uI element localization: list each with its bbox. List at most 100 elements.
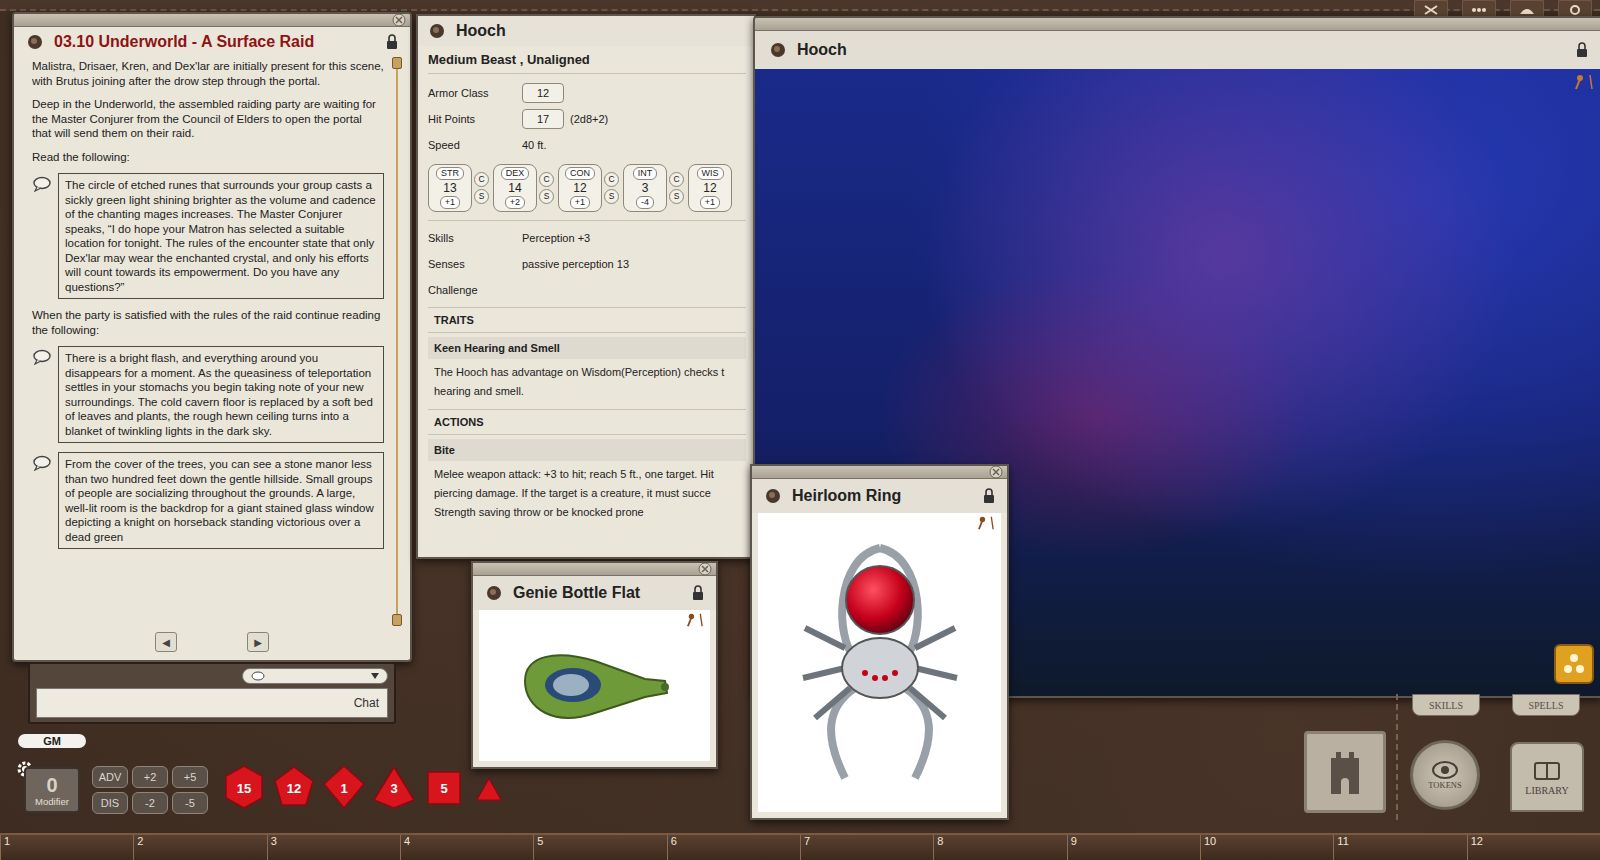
ability-label: DEX bbox=[501, 167, 530, 180]
ability-box[interactable]: DEX 14 +2 bbox=[493, 164, 537, 212]
roll-mark[interactable]: S bbox=[474, 189, 489, 204]
modifier-button[interactable]: -2 bbox=[132, 792, 168, 814]
hotkey-number: 6 bbox=[671, 835, 677, 847]
modifier-button[interactable]: +2 bbox=[132, 766, 168, 788]
story-window[interactable]: 03.10 Underworld - A Surface Raid Malist… bbox=[12, 12, 412, 662]
library-button[interactable]: LIBRARY bbox=[1510, 742, 1584, 812]
die-icon[interactable] bbox=[472, 769, 506, 805]
modifier-button[interactable]: ADV bbox=[92, 766, 128, 788]
ability-marks: CS bbox=[474, 172, 489, 204]
entry-name[interactable]: Keen Hearing and Smell bbox=[428, 337, 746, 359]
die-icon[interactable]: 12 bbox=[272, 764, 316, 810]
scrollbar[interactable] bbox=[390, 57, 404, 626]
entry-line: hearing and smell. bbox=[434, 382, 740, 401]
die-icon[interactable]: 5 bbox=[422, 764, 466, 810]
title-bar[interactable]: Heirloom Ring bbox=[752, 479, 1007, 513]
hotkey-slot[interactable]: 8 bbox=[933, 835, 1066, 860]
hotkey-number: 5 bbox=[537, 835, 543, 847]
close-icon[interactable] bbox=[698, 562, 712, 576]
hotkey-slot[interactable]: 6 bbox=[667, 835, 800, 860]
hotkey-slot[interactable]: 7 bbox=[800, 835, 933, 860]
roll-mark[interactable]: C bbox=[669, 172, 684, 187]
title-bar[interactable]: Hooch bbox=[755, 31, 1600, 69]
lock-icon[interactable] bbox=[692, 585, 704, 601]
title-bar[interactable]: Hooch bbox=[418, 16, 754, 46]
item-window[interactable]: Genie Bottle Flat bbox=[471, 561, 718, 769]
chat-input[interactable]: Chat bbox=[36, 688, 388, 718]
modifier-button[interactable]: +5 bbox=[172, 766, 208, 788]
modifier-button[interactable]: DIS bbox=[92, 792, 128, 814]
item-picture bbox=[479, 610, 710, 761]
scroll-thumb[interactable] bbox=[392, 57, 402, 69]
roll-mark[interactable]: C bbox=[604, 172, 619, 187]
stat-value: 40 ft. bbox=[522, 139, 546, 151]
hotkey-slot[interactable]: 9 bbox=[1067, 835, 1200, 860]
hotkey-slot[interactable]: 3 bbox=[267, 835, 400, 860]
svg-text:1: 1 bbox=[340, 781, 347, 796]
roll-mark[interactable]: S bbox=[604, 189, 619, 204]
ability-score: 12 bbox=[573, 180, 586, 196]
ability-box[interactable]: INT 3 -4 bbox=[623, 164, 667, 212]
close-icon[interactable] bbox=[989, 465, 1003, 479]
pin-icon[interactable] bbox=[975, 515, 997, 531]
page-button[interactable]: ◀ bbox=[155, 632, 177, 652]
detail-row: Senses passive perception 13 bbox=[428, 251, 746, 277]
modifier-button[interactable]: -5 bbox=[172, 792, 208, 814]
hotkey-slot[interactable]: 1 bbox=[0, 835, 133, 860]
modifier-box[interactable]: 0 Modifier bbox=[24, 767, 80, 813]
hotkey-slot[interactable]: 5 bbox=[533, 835, 666, 860]
die-icon[interactable]: 3 bbox=[372, 764, 416, 810]
top-strip bbox=[0, 0, 1600, 11]
stat-label: Speed bbox=[428, 139, 522, 151]
npc-window[interactable]: Hooch Medium Beast , Unaligned Armor Cla… bbox=[416, 14, 756, 559]
roll-mark[interactable]: C bbox=[539, 172, 554, 187]
roll-mark[interactable]: C bbox=[474, 172, 489, 187]
chat-mode-dropdown[interactable] bbox=[242, 668, 388, 684]
tokens-button[interactable]: TOKENS bbox=[1410, 740, 1480, 810]
stat-field[interactable]: 17 bbox=[522, 109, 564, 129]
speech-bubble-icon[interactable] bbox=[32, 455, 52, 471]
close-icon[interactable] bbox=[392, 13, 406, 27]
lock-icon[interactable] bbox=[983, 488, 995, 504]
hotkey-slot[interactable]: 10 bbox=[1200, 835, 1333, 860]
title-bar[interactable]: 03.10 Underworld - A Surface Raid bbox=[14, 27, 410, 57]
ability-box[interactable]: CON 12 +1 bbox=[558, 164, 602, 212]
pin-icon[interactable] bbox=[1572, 73, 1596, 91]
hotkey-number: 11 bbox=[1337, 835, 1348, 847]
item-picture bbox=[758, 513, 1001, 812]
speech-bubble-icon[interactable] bbox=[32, 349, 52, 365]
ability-box[interactable]: STR 13 +1 bbox=[428, 164, 472, 212]
sidebar-tab[interactable]: SPELLS bbox=[1512, 694, 1580, 716]
hotkey-slot[interactable]: 12 bbox=[1467, 835, 1600, 860]
castle-button[interactable] bbox=[1304, 731, 1386, 813]
ability-modifier: +1 bbox=[700, 196, 720, 209]
item-window[interactable]: Heirloom Ring bbox=[750, 464, 1009, 820]
pin-icon[interactable] bbox=[684, 612, 706, 628]
chat-label: Chat bbox=[354, 696, 379, 710]
speech-bubble-icon[interactable] bbox=[32, 176, 52, 192]
ability-box[interactable]: WIS 12 +1 bbox=[688, 164, 732, 212]
lock-icon[interactable] bbox=[386, 34, 398, 50]
ability-score: 14 bbox=[508, 180, 521, 196]
stat-extra: (2d8+2) bbox=[570, 113, 608, 125]
entry-name[interactable]: Bite bbox=[428, 439, 746, 461]
dropdown-arrow-icon bbox=[371, 673, 379, 679]
roll-mark[interactable]: S bbox=[669, 189, 684, 204]
tool-icon bbox=[1470, 4, 1488, 16]
title-bar[interactable]: Genie Bottle Flat bbox=[473, 576, 716, 610]
hotkey-slot[interactable]: 11 bbox=[1333, 835, 1466, 860]
stat-field[interactable]: 12 bbox=[522, 83, 564, 103]
hotkey-number: 10 bbox=[1204, 835, 1216, 847]
roll-mark[interactable]: S bbox=[539, 189, 554, 204]
detail-row: Challenge bbox=[428, 277, 746, 303]
die-icon[interactable]: 15 bbox=[222, 764, 266, 810]
die-icon[interactable]: 1 bbox=[322, 764, 366, 810]
window-frame bbox=[14, 14, 410, 27]
window-frame bbox=[473, 563, 716, 576]
lock-icon[interactable] bbox=[1576, 42, 1588, 58]
hotkey-slot[interactable]: 4 bbox=[400, 835, 533, 860]
hotkey-slot[interactable]: 2 bbox=[133, 835, 266, 860]
share-button[interactable] bbox=[1554, 644, 1594, 684]
sidebar-tab[interactable]: SKILLS bbox=[1412, 694, 1480, 716]
page-button[interactable]: ▶ bbox=[247, 632, 269, 652]
